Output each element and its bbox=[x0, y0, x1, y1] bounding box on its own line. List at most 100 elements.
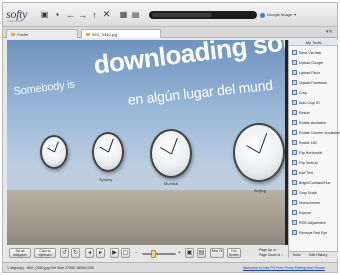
rgb-icon bbox=[292, 220, 297, 225]
tool-label: Remove Red Eye bbox=[299, 230, 328, 235]
back-arrow-icon[interactable]: ← bbox=[65, 9, 76, 20]
delete-icon[interactable]: ▦ bbox=[118, 9, 129, 20]
slideshow-icon[interactable]: ▶ bbox=[110, 248, 119, 258]
panel-tab-tools[interactable]: Tools bbox=[292, 252, 300, 259]
tool-label: RGB Adjustment bbox=[299, 220, 326, 225]
city-label: Mumbai bbox=[164, 181, 179, 186]
wall-clock bbox=[233, 123, 285, 182]
red-eye-icon bbox=[292, 230, 297, 235]
panel-tab-strip: Tools Edit History bbox=[289, 251, 338, 258]
mail-icon bbox=[292, 50, 297, 55]
folder-icon bbox=[11, 33, 15, 37]
tool-send-via-mail[interactable]: Send Via Mail bbox=[290, 48, 337, 57]
color-to-clipboard-button[interactable]: Color to clipboard bbox=[34, 248, 56, 258]
chevron-down-icon[interactable]: ▾ bbox=[294, 12, 296, 17]
expose-icon bbox=[292, 210, 297, 215]
tool-label: Gray Scale bbox=[299, 190, 317, 195]
full-screen-button[interactable]: Full Screen bbox=[227, 248, 241, 258]
open-folder-icon[interactable]: ▣ bbox=[39, 9, 50, 20]
zoom-slider-handle[interactable] bbox=[151, 250, 156, 258]
tool-expose[interactable]: Expose bbox=[290, 208, 337, 217]
flip-vertical-icon bbox=[292, 160, 297, 165]
tool-rotate-clockwise[interactable]: Rotate clockwise bbox=[290, 118, 337, 127]
zoom-slider[interactable] bbox=[142, 250, 176, 258]
wall-clock bbox=[150, 129, 192, 178]
monochrome-icon bbox=[292, 200, 297, 205]
tool-label: Upload Flickr bbox=[299, 70, 320, 75]
tool-label: Send Via Mail bbox=[299, 50, 322, 55]
tool-label: Add Text bbox=[299, 170, 313, 175]
rotate-cw-icon bbox=[292, 120, 297, 125]
tool-auto-crop[interactable]: Auto Crop ID bbox=[290, 98, 337, 107]
tools-panel: My Tools Send Via Mail Upload Google Upl… bbox=[288, 40, 340, 258]
city-label: Sydney bbox=[99, 177, 113, 182]
next-icon[interactable]: ▸ bbox=[96, 248, 105, 258]
tool-add-text[interactable]: Add Text bbox=[290, 168, 337, 177]
crop-icon bbox=[292, 90, 297, 95]
flickr-icon bbox=[292, 70, 297, 75]
tool-upload-facebook[interactable]: Upload Facebook bbox=[290, 78, 337, 87]
actual-size-icon[interactable]: ▣ bbox=[185, 248, 194, 258]
tool-flip-vertical[interactable]: Flip Vertical bbox=[290, 158, 337, 167]
panel-tab-edit-history[interactable]: Edit History bbox=[309, 252, 327, 259]
best-fit-button[interactable]: Best Fit bbox=[210, 248, 224, 258]
zoom-plus-icon[interactable]: + bbox=[178, 250, 181, 256]
tool-label: Resize bbox=[299, 110, 310, 115]
tool-monochrome[interactable]: Monochrome bbox=[290, 198, 337, 207]
google-image-label[interactable]: Google Image bbox=[267, 12, 292, 17]
tool-label: Rotate 180 bbox=[299, 140, 317, 145]
status-bar: 1 object(s) : IMG_0340.jpg File Size 270… bbox=[3, 262, 337, 272]
photo-canvas[interactable]: downloading somethin Somebody is en algú… bbox=[7, 40, 288, 245]
previous-icon[interactable]: ◂ bbox=[85, 248, 94, 258]
google-image-icon[interactable] bbox=[260, 13, 265, 18]
app-window: softy Image Viewer ▣ ▪ ← → ↑ ✕ ▦ ▤ Googl… bbox=[2, 2, 340, 273]
close-x-icon[interactable]: ✕ bbox=[101, 9, 112, 20]
tool-label: Rotate clockwise bbox=[299, 120, 326, 125]
tab-folder-label: Folder bbox=[17, 32, 29, 37]
fit-icon[interactable]: ▤ bbox=[197, 248, 206, 258]
tab-image[interactable]: IMG_0340.jpg bbox=[81, 29, 161, 38]
status-welcome-link[interactable]: Welcome to Use PV Free Photo Editing and… bbox=[243, 263, 325, 273]
rotate-left-icon[interactable]: ↺ bbox=[60, 248, 69, 258]
wall-clock bbox=[92, 132, 124, 172]
tool-label: Upload Facebook bbox=[299, 80, 328, 85]
set-wallpaper-button[interactable]: Set as wallpaper bbox=[9, 248, 31, 258]
wall-clock bbox=[40, 135, 68, 169]
rotate-right-icon[interactable]: ↻ bbox=[71, 248, 80, 258]
save-icon[interactable]: ▪ bbox=[52, 9, 63, 20]
zoom-minus-icon[interactable]: − bbox=[135, 250, 138, 256]
tab-image-label: IMG_0340.jpg bbox=[92, 32, 118, 37]
tool-upload-google[interactable]: Upload Google bbox=[290, 58, 337, 67]
zoom-out-icon[interactable]: ▢ bbox=[121, 248, 130, 258]
tool-upload-flickr[interactable]: Upload Flickr bbox=[290, 68, 337, 77]
text-icon bbox=[292, 170, 297, 175]
up-arrow-icon[interactable]: ↑ bbox=[89, 9, 100, 20]
image-icon bbox=[86, 33, 90, 37]
tab-folder[interactable]: Folder bbox=[6, 29, 78, 38]
photo-floor bbox=[7, 190, 288, 245]
forward-arrow-icon[interactable]: → bbox=[77, 9, 88, 20]
status-file-info: 1 object(s) : IMG_0340.jpg File Size 270… bbox=[7, 266, 94, 270]
panel-title: My Tools bbox=[289, 40, 338, 46]
tool-label: Flip Horizontal bbox=[299, 150, 322, 155]
page-down-label[interactable]: Page Down or ↓ bbox=[259, 253, 283, 258]
grayscale-icon bbox=[292, 190, 297, 195]
tool-flip-horizontal[interactable]: Flip Horizontal bbox=[290, 148, 337, 157]
address-bar[interactable] bbox=[149, 11, 257, 19]
tool-label: Auto Crop ID bbox=[299, 100, 320, 105]
page-controls[interactable]: Page Up or ↑ Page Down or ↓ bbox=[259, 248, 283, 257]
tool-rotate-180[interactable]: Rotate 180 bbox=[290, 138, 337, 147]
tool-label: Monochrome bbox=[299, 200, 320, 205]
bottom-controls: Set as wallpaper Color to clipboard ↺ ↻ … bbox=[7, 247, 288, 260]
tool-bright-contrast-hue[interactable]: Bright/Contrast/Hue bbox=[290, 178, 337, 187]
tab-menu-icon[interactable]: ▾✕ bbox=[326, 29, 333, 35]
tool-resize[interactable]: Resize bbox=[290, 108, 337, 117]
tool-gray-scale[interactable]: Gray Scale bbox=[290, 188, 337, 197]
tool-rotate-counter-clockwise[interactable]: Rotate Counter clockwise bbox=[290, 128, 340, 137]
properties-icon[interactable]: ▤ bbox=[130, 9, 141, 20]
tool-crop[interactable]: Crop bbox=[290, 88, 337, 97]
tool-remove-red-eye[interactable]: Remove Red Eye bbox=[290, 228, 337, 237]
tool-rgb-adjustment[interactable]: RGB Adjustment bbox=[290, 218, 337, 227]
tool-label: Rotate Counter clockwise bbox=[299, 130, 340, 135]
tool-label: Crop bbox=[299, 90, 307, 95]
